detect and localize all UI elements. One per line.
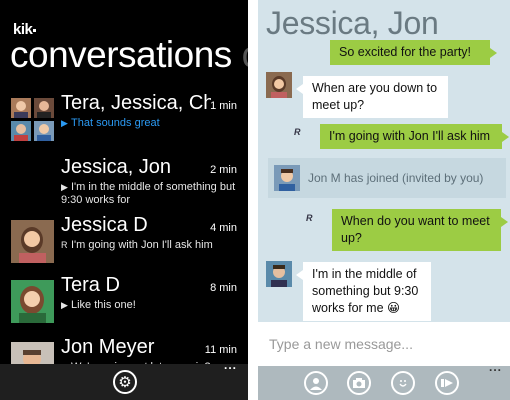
person-icon[interactable] bbox=[304, 371, 328, 395]
conversation-time: 2 min bbox=[210, 164, 237, 176]
conversation-time: 8 min bbox=[210, 282, 237, 294]
conversation-name: Jessica, Jon bbox=[61, 156, 172, 178]
conversation-name: Tera, Jessica, Ch bbox=[61, 92, 211, 114]
next-pivot-peek[interactable]: c bbox=[242, 34, 248, 75]
more-menu-button[interactable]: ... bbox=[489, 360, 502, 374]
conversation-time: 4 min bbox=[210, 222, 237, 234]
system-notice: Jon M has joined (invited by you) bbox=[268, 158, 506, 198]
read-receipt-icon: R bbox=[61, 240, 68, 250]
app-bar bbox=[258, 366, 510, 400]
conversation-snippet: ▶ I'm in the middle of something but 9:30… bbox=[61, 181, 236, 206]
outgoing-message[interactable]: I'm going with Jon I'll ask him bbox=[320, 124, 509, 149]
avatar bbox=[274, 165, 300, 191]
chat-title: Jessica, Jon bbox=[266, 5, 439, 41]
page-title: conversations c bbox=[10, 34, 248, 76]
conversation-item[interactable]: Jessica D 4 min R I'm going with Jon I'll… bbox=[11, 214, 248, 282]
conversation-snippet: R I'm going with Jon I'll ask him bbox=[61, 239, 213, 251]
incoming-message[interactable]: When are you down to meet up? bbox=[296, 76, 448, 118]
reply-arrow-icon: ▶ bbox=[61, 300, 68, 310]
conversation-snippet: ▶ That sounds great bbox=[61, 117, 160, 129]
conversation-name: Tera D bbox=[61, 274, 120, 296]
conversation-snippet: ▶ Like this one! bbox=[61, 299, 136, 311]
avatar bbox=[11, 220, 54, 263]
message-input[interactable] bbox=[258, 322, 510, 366]
conversation-name: Jessica D bbox=[61, 214, 148, 236]
outgoing-message[interactable]: When do you want to meet up? bbox=[332, 209, 508, 251]
conversation-name: Jon Meyer bbox=[61, 336, 155, 358]
chat-screen: Jessica, Jon So excited for the party! W… bbox=[258, 0, 510, 400]
reply-arrow-icon: ▶ bbox=[61, 182, 68, 192]
group-avatar bbox=[11, 98, 54, 141]
conversation-time: 1 min bbox=[210, 100, 237, 112]
app-bar: ⚙ bbox=[0, 364, 248, 400]
more-menu-button[interactable]: ... bbox=[224, 358, 237, 372]
empty-avatar bbox=[11, 162, 54, 205]
conversation-item[interactable]: Tera D 8 min ▶ Like this one! bbox=[11, 274, 248, 342]
read-receipt-icon: R bbox=[306, 213, 313, 223]
incoming-message[interactable]: I'm in the middle of something but 9:30 … bbox=[296, 262, 431, 321]
avatar bbox=[266, 72, 292, 98]
send-icon[interactable] bbox=[435, 371, 459, 395]
outgoing-message[interactable]: So excited for the party! bbox=[330, 40, 497, 65]
reply-arrow-icon: ▶ bbox=[61, 118, 68, 128]
message-composer bbox=[258, 322, 510, 366]
gear-icon[interactable]: ⚙ bbox=[113, 370, 137, 394]
conversation-item[interactable]: Tera, Jessica, Ch 1 min ▶ That sounds gre… bbox=[11, 92, 248, 160]
conversations-screen: kik conversations c Tera, Jessica, Ch 1 … bbox=[0, 0, 248, 400]
avatar bbox=[266, 261, 292, 287]
smiley-icon[interactable] bbox=[391, 371, 415, 395]
camera-icon[interactable] bbox=[347, 371, 371, 395]
avatar bbox=[11, 280, 54, 323]
read-receipt-icon: R bbox=[294, 127, 301, 137]
conversation-time: 11 min bbox=[204, 344, 237, 356]
system-notice-text: Jon M has joined (invited by you) bbox=[308, 171, 484, 185]
